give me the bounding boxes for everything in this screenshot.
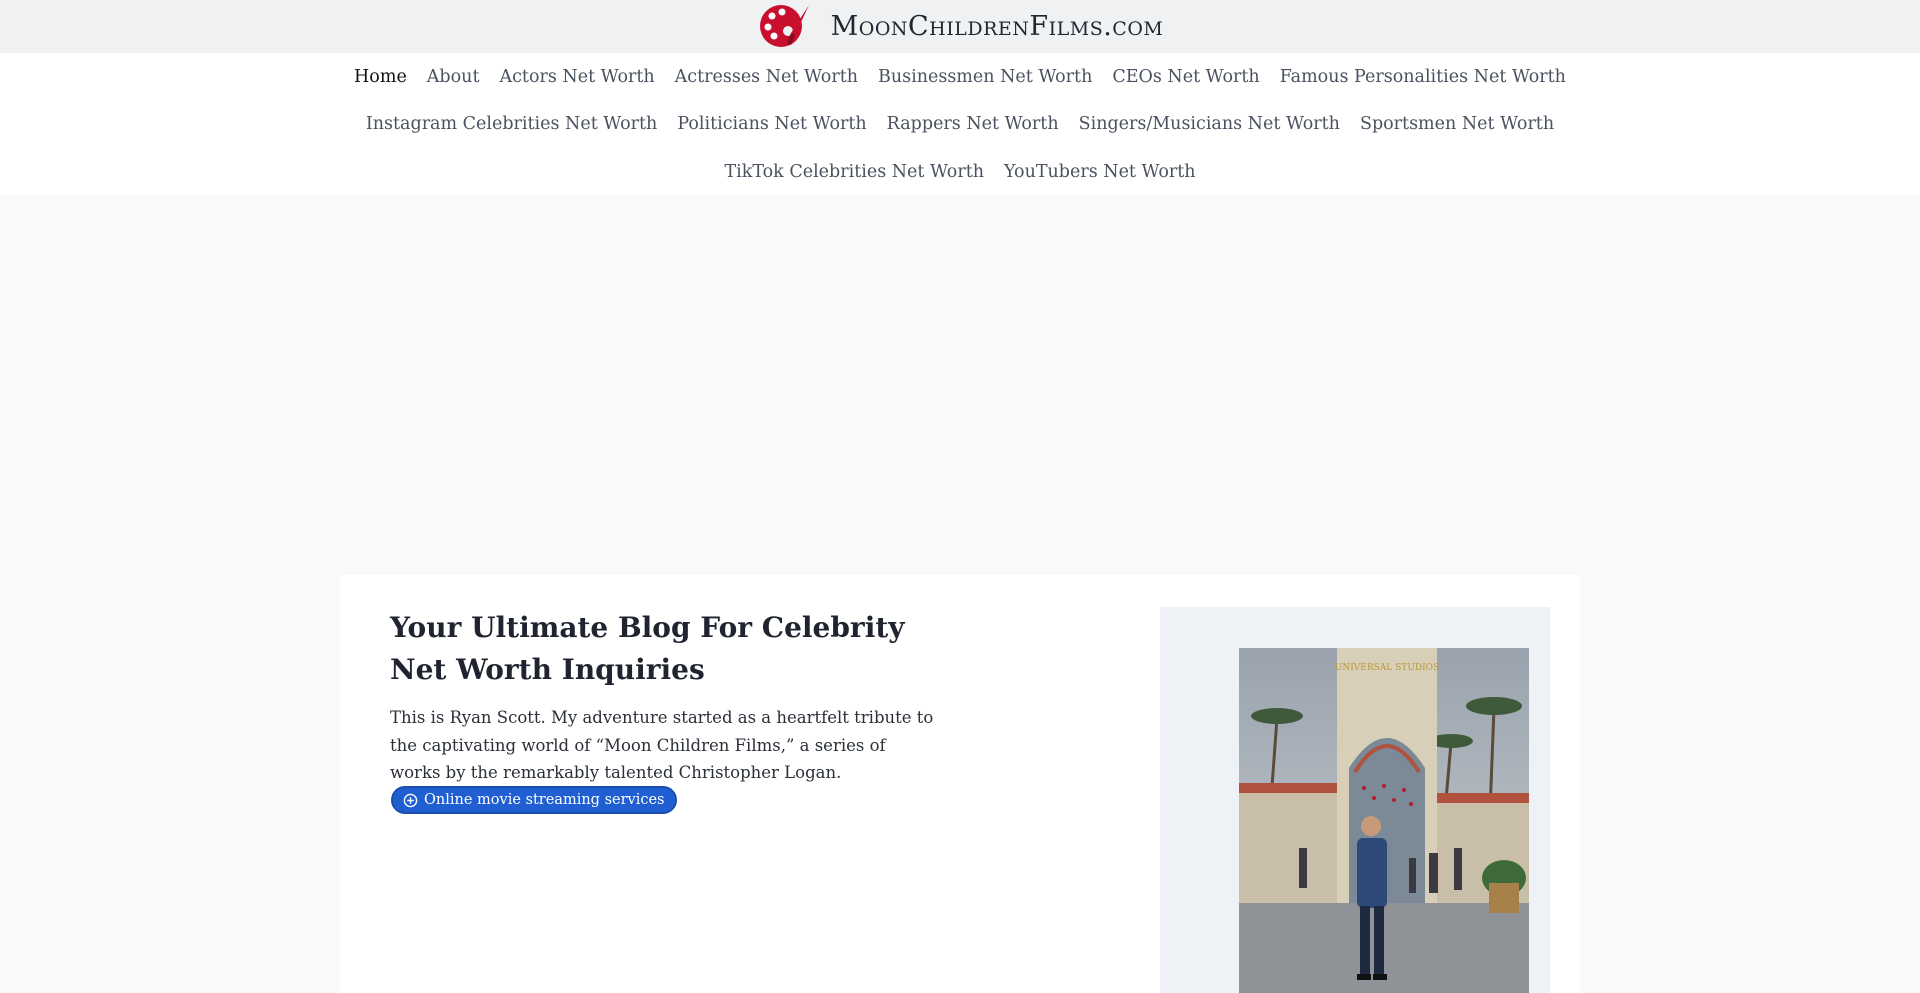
- nav-item-instagram[interactable]: Instagram Celebrities Net Worth: [356, 110, 667, 138]
- nav-item-famous-personalities[interactable]: Famous Personalities Net Worth: [1270, 63, 1576, 91]
- nav-item-home[interactable]: Home: [344, 63, 417, 91]
- nav-item-actors[interactable]: Actors Net Worth: [489, 63, 664, 91]
- nav-item-sportsmen[interactable]: Sportsmen Net Worth: [1350, 110, 1564, 138]
- streaming-services-label: Online movie streaming services: [424, 792, 665, 808]
- nav-row: Instagram Celebrities Net Worth Politici…: [0, 110, 1920, 138]
- nav-row: TikTok Celebrities Net Worth YouTubers N…: [0, 158, 1920, 186]
- nav-item-ceos[interactable]: CEOs Net Worth: [1102, 63, 1269, 91]
- gate-sign-text: UNIVERSAL STUDIOS: [1335, 663, 1439, 673]
- nav-item-politicians[interactable]: Politicians Net Worth: [667, 110, 876, 138]
- site-header: MoonChildrenFilms.com: [0, 0, 1920, 53]
- hero-title: Your Ultimate Blog For Celebrity Net Wor…: [390, 611, 905, 686]
- nav-item-youtubers[interactable]: YouTubers Net Worth: [994, 158, 1206, 186]
- brand[interactable]: MoonChildrenFilms.com: [757, 1, 1164, 53]
- site-name: MoonChildrenFilms.com: [830, 11, 1164, 42]
- nav-item-singers[interactable]: Singers/Musicians Net Worth: [1069, 110, 1350, 138]
- nav-item-actresses[interactable]: Actresses Net Worth: [665, 63, 868, 91]
- author-photo: UNIVERSAL STUDIOS: [1239, 648, 1529, 993]
- author-photo-panel: UNIVERSAL STUDIOS: [1160, 607, 1550, 993]
- hero-text: This is Ryan Scott. My adventure started…: [390, 708, 934, 782]
- main-nav: Home About Actors Net Worth Actresses Ne…: [0, 53, 1920, 195]
- author-photo-illustration: UNIVERSAL STUDIOS: [1239, 648, 1529, 993]
- palette-icon: [759, 4, 809, 47]
- streaming-services-button[interactable]: Online movie streaming services: [391, 786, 677, 814]
- hero-card: Your Ultimate Blog For Celebrity Net Wor…: [340, 575, 1580, 993]
- nav-item-tiktok[interactable]: TikTok Celebrities Net Worth: [714, 158, 994, 186]
- plus-circle-icon: [403, 793, 418, 807]
- ad-placeholder: [0, 195, 1920, 575]
- nav-item-rappers[interactable]: Rappers Net Worth: [877, 110, 1069, 138]
- nav-item-about[interactable]: About: [417, 63, 490, 91]
- nav-item-businessmen[interactable]: Businessmen Net Worth: [868, 63, 1102, 91]
- nav-row: Home About Actors Net Worth Actresses Ne…: [0, 63, 1920, 91]
